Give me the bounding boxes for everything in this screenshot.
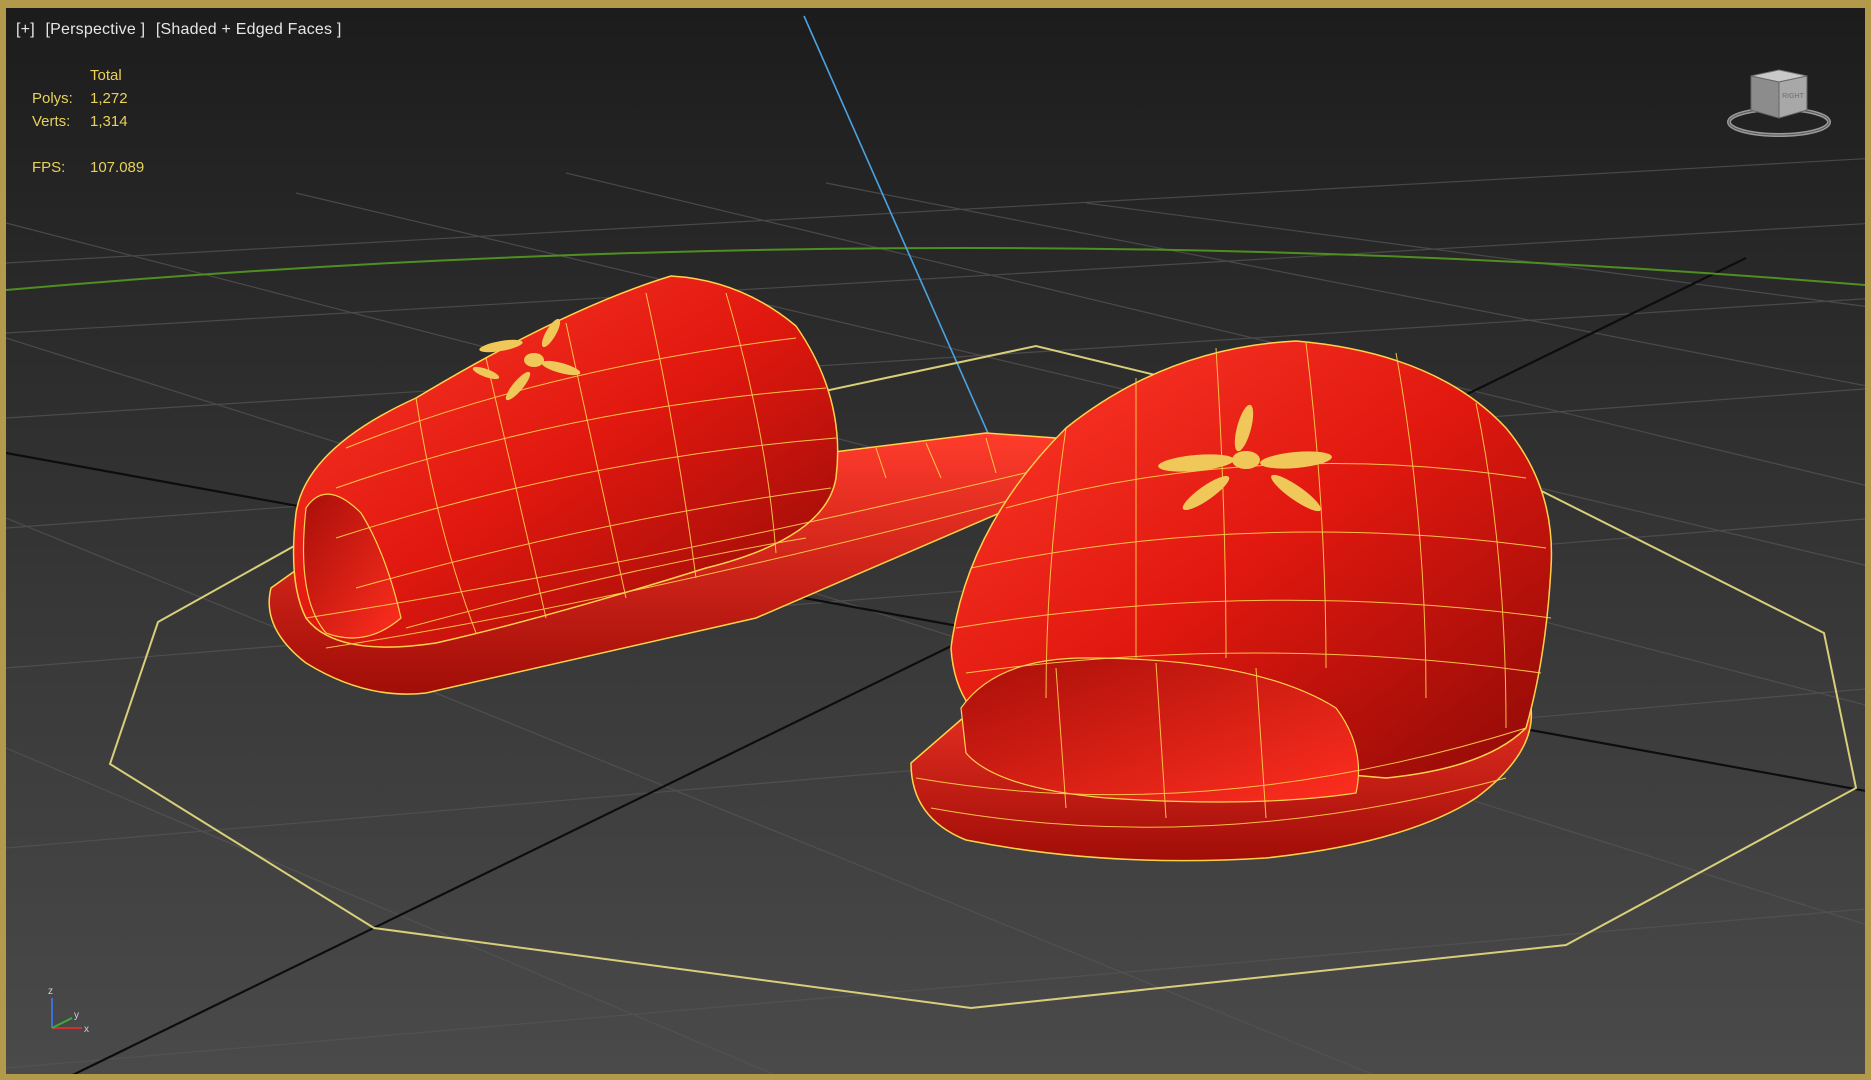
axis-y-label: y [74, 1010, 79, 1021]
stats-header: Total [90, 67, 122, 84]
scene-3d[interactable] [6, 8, 1871, 1080]
viewport-perspective[interactable]: [+] [Perspective ] [Shaded + Edged Faces… [0, 0, 1871, 1080]
viewcube-left-face[interactable] [1750, 75, 1780, 119]
polys-value: 1,272 [90, 90, 128, 107]
stats-verts-row: Verts: 1,314 [32, 110, 144, 133]
horizon-line [6, 246, 1865, 291]
axis-z-label: z [48, 986, 53, 997]
statistics-overlay: Total Polys: 1,272 Verts: 1,314 FPS: 107… [32, 64, 144, 179]
axis-x-label: x [84, 1024, 89, 1035]
viewcube[interactable]: RIGHT [1721, 66, 1837, 146]
viewport-label: [+] [Perspective ] [Shaded + Edged Faces… [16, 21, 348, 39]
grid-major-axes [6, 257, 1865, 1074]
stats-polys-row: Polys: 1,272 [32, 87, 144, 110]
verts-value: 1,314 [90, 113, 128, 130]
fps-value: 107.089 [90, 159, 145, 176]
stats-fps-row: FPS: 107.089 [32, 156, 144, 179]
viewcube-face-label: RIGHT [1782, 93, 1805, 100]
slipper-right[interactable] [910, 340, 1553, 862]
viewport-plus-menu[interactable]: [+] [16, 21, 35, 38]
fps-label: FPS: [32, 159, 66, 176]
viewport-view-menu[interactable]: [Perspective ] [46, 21, 146, 38]
stats-header-row: Total [32, 64, 144, 87]
polys-label: Polys: [32, 90, 73, 107]
viewport-shading-menu[interactable]: [Shaded + Edged Faces ] [156, 21, 342, 38]
verts-label: Verts: [32, 113, 71, 130]
axis-tripod: z y x [48, 986, 89, 1035]
